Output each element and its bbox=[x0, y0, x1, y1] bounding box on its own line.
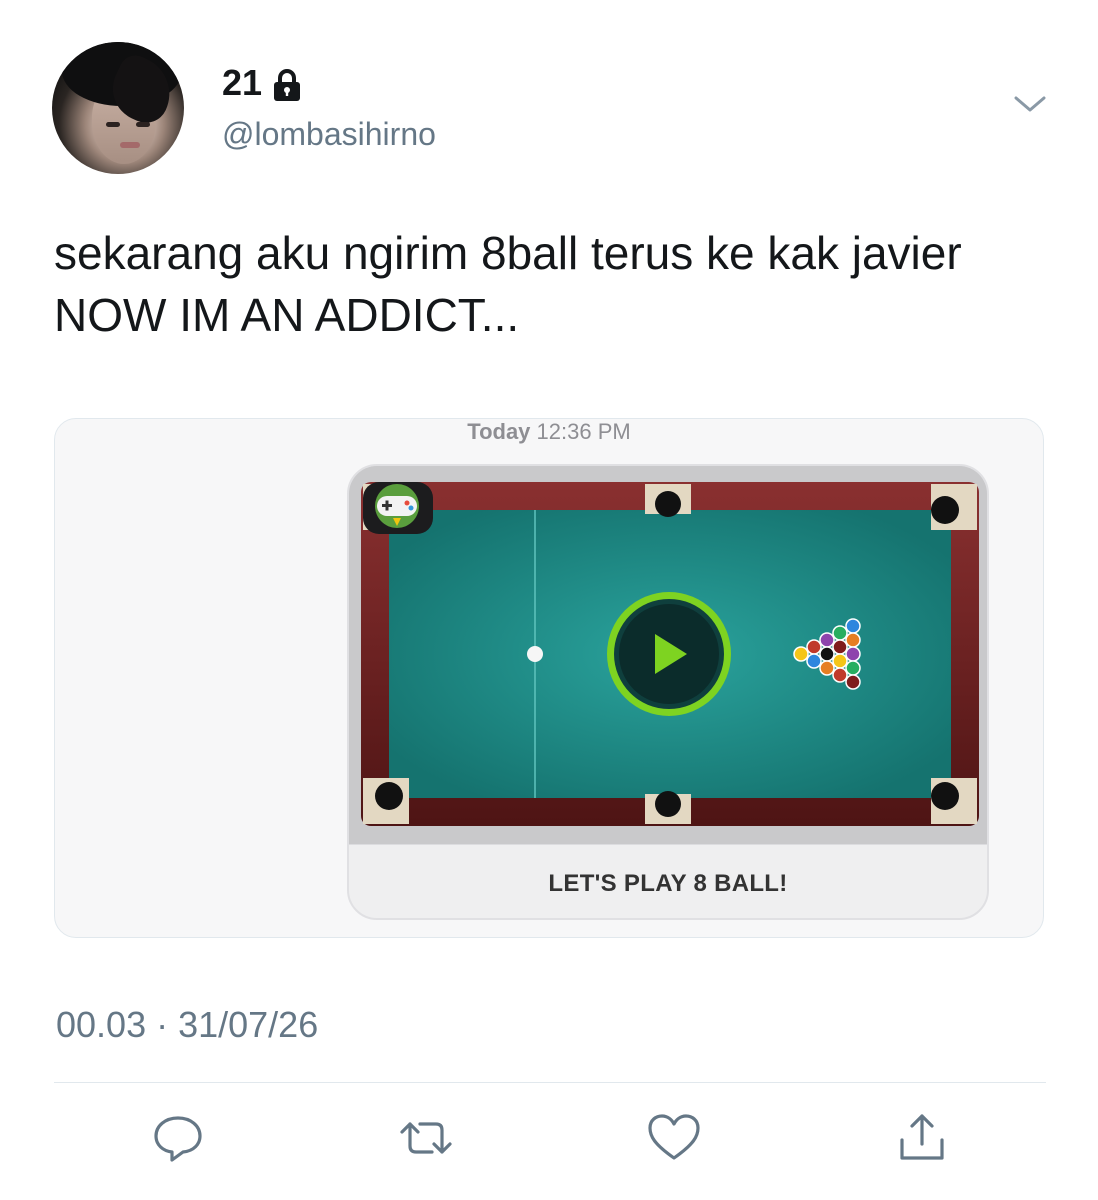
tweet-timestamp[interactable]: 00.03 · 31/07/26 bbox=[56, 1004, 318, 1046]
game-invite-bubble[interactable]: LET'S PLAY 8 BALL! bbox=[347, 464, 989, 920]
tweet-actions bbox=[0, 1110, 1098, 1170]
author-handle[interactable]: @lombasihirno bbox=[222, 116, 436, 153]
heart-icon[interactable] bbox=[646, 1110, 702, 1166]
media-card[interactable]: Today 12:36 PM LET'S PLAY 8 BALL! bbox=[54, 418, 1044, 938]
reply-icon[interactable] bbox=[150, 1110, 206, 1166]
tweet-text: sekarang aku ngirim 8ball terus ke kak j… bbox=[54, 227, 962, 341]
pool-table-image bbox=[349, 466, 987, 844]
message-time-day: Today bbox=[467, 419, 531, 444]
lock-icon bbox=[274, 69, 301, 101]
tweet-header: 21 @lombasihirno bbox=[52, 42, 1052, 182]
message-timestamp: Today 12:36 PM bbox=[55, 419, 1043, 445]
divider bbox=[54, 1082, 1046, 1083]
avatar[interactable] bbox=[52, 42, 184, 174]
game-invite-caption: LET'S PLAY 8 BALL! bbox=[349, 844, 987, 918]
message-time-clock: 12:36 PM bbox=[536, 419, 631, 444]
share-icon[interactable] bbox=[894, 1110, 950, 1166]
game-app-icon bbox=[363, 482, 433, 534]
chevron-down-icon[interactable] bbox=[1012, 90, 1048, 118]
retweet-icon[interactable] bbox=[398, 1110, 454, 1166]
author-name-row[interactable]: 21 bbox=[222, 62, 302, 104]
author-display-name[interactable]: 21 bbox=[222, 62, 262, 104]
play-icon[interactable] bbox=[607, 592, 731, 716]
